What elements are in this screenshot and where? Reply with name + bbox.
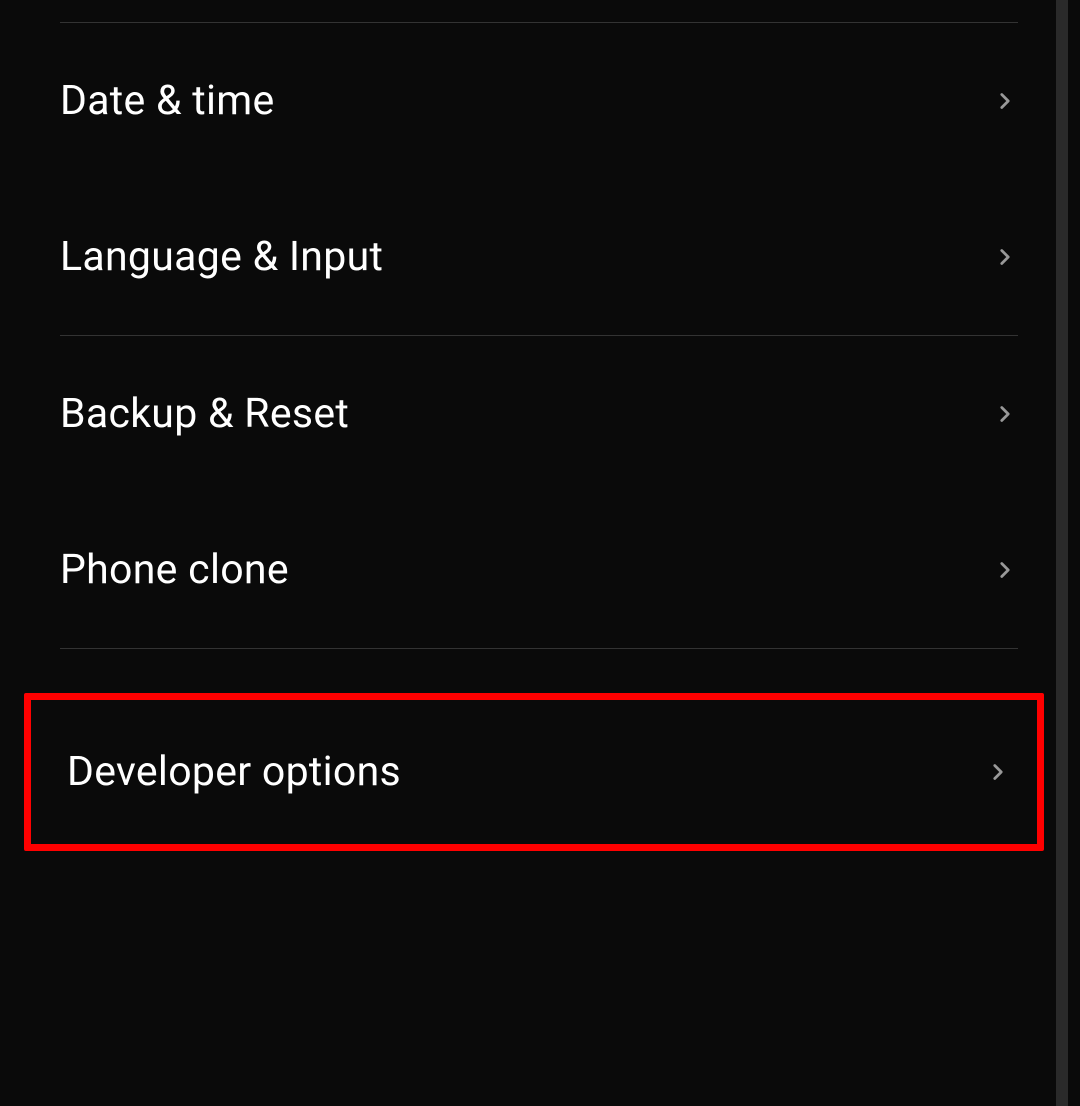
settings-item-label: Phone clone xyxy=(60,546,289,594)
chevron-right-icon xyxy=(992,88,1018,114)
chevron-right-icon xyxy=(992,557,1018,583)
settings-item-phone-clone[interactable]: Phone clone xyxy=(0,492,1068,648)
chevron-right-icon xyxy=(992,401,1018,427)
chevron-right-icon xyxy=(985,759,1011,785)
scrollbar-track xyxy=(1056,0,1068,1106)
settings-item-date-time[interactable]: Date & time xyxy=(0,23,1068,179)
settings-item-label: Date & time xyxy=(60,77,275,125)
settings-item-language-input[interactable]: Language & Input xyxy=(0,179,1068,335)
settings-item-backup-reset[interactable]: Backup & Reset xyxy=(0,336,1068,492)
settings-item-label: Developer options xyxy=(67,748,401,796)
settings-item-label: Backup & Reset xyxy=(60,390,349,438)
chevron-right-icon xyxy=(992,244,1018,270)
settings-item-label: Language & Input xyxy=(60,233,383,281)
settings-list-container: Date & time Language & Input Backup & Re… xyxy=(0,0,1068,1106)
settings-item-developer-options[interactable]: Developer options xyxy=(31,700,1037,844)
highlight-annotation: Developer options xyxy=(24,693,1044,851)
